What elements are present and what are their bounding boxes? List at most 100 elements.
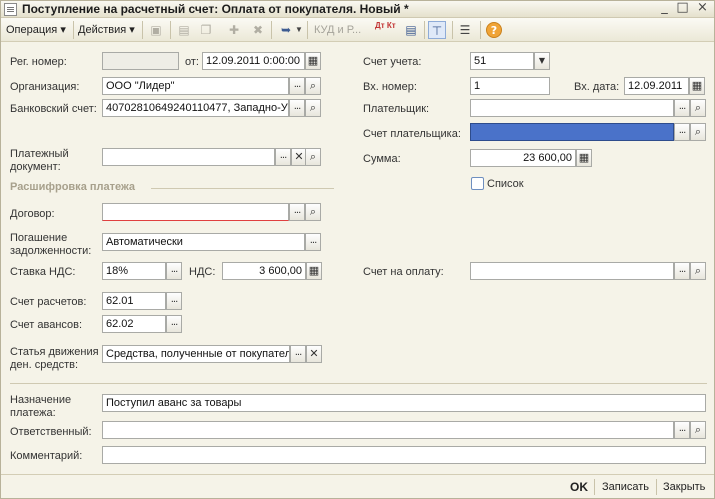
payment-doc-field[interactable] <box>102 148 275 166</box>
save-button[interactable]: Записать <box>602 479 649 495</box>
calculator-icon[interactable]: ▦ <box>576 149 592 167</box>
document-icon <box>4 3 17 16</box>
payment-doc-select-button[interactable]: ... <box>275 148 291 166</box>
repayment-label: Погашение задолженности: <box>10 232 92 257</box>
advance-account-select-button[interactable]: ... <box>166 315 182 333</box>
date-field[interactable]: 12.09.2011 0:00:00 <box>202 52 305 70</box>
search-icon[interactable]: ⌕ <box>690 421 706 439</box>
unpost-icon[interactable]: ▤ <box>175 21 193 39</box>
in-date-label: Вх. дата: <box>574 81 620 93</box>
vat-rate-select-button[interactable]: ... <box>166 262 182 280</box>
bank-account-field[interactable]: 40702810649240110477, Западно-Ур <box>102 99 289 117</box>
sum-field[interactable]: 23 600,00 <box>470 149 576 167</box>
contract-select-button[interactable]: ... <box>289 203 305 221</box>
dt-kt-icon[interactable]: Дт Кт <box>375 21 396 39</box>
advance-account-label: Счет авансов: <box>10 319 83 331</box>
search-icon[interactable]: ⌕ <box>690 99 706 117</box>
payer-account-select-button[interactable]: ... <box>674 123 690 141</box>
actions-menu-button[interactable]: Действия ▾ <box>78 21 135 39</box>
minimize-button[interactable]: _ <box>657 1 672 16</box>
cash-flow-field[interactable]: Средства, полученные от покупател <box>102 345 290 363</box>
footer-bar: OK Записать Закрыть <box>1 474 714 498</box>
in-number-field[interactable]: 1 <box>470 77 550 95</box>
payer-account-label: Счет плательщика: <box>363 128 461 140</box>
toolbar-separator <box>307 21 308 39</box>
post-icon[interactable]: ▣ <box>147 21 165 39</box>
payer-field[interactable] <box>470 99 674 117</box>
vat-rate-field[interactable]: 18% <box>102 262 166 280</box>
footer-separator <box>656 479 657 495</box>
organization-field[interactable]: ООО "Лидер" <box>102 77 289 95</box>
maximize-button[interactable]: □ <box>675 1 690 16</box>
close-window-button[interactable]: × <box>695 1 710 16</box>
toolbar-separator <box>452 21 453 39</box>
add-icon[interactable]: ✚ <box>225 21 243 39</box>
purpose-label: Назначение платежа: <box>10 394 72 419</box>
settlement-account-field[interactable]: 62.01 <box>102 292 166 310</box>
calendar-icon[interactable]: ▦ <box>689 77 705 95</box>
close-button[interactable]: Закрыть <box>663 479 705 495</box>
in-number-label: Вх. номер: <box>363 81 417 93</box>
search-icon[interactable]: ⌕ <box>305 148 321 166</box>
sum-label: Сумма: <box>363 153 401 165</box>
copy-icon[interactable]: ❐ <box>197 21 215 39</box>
payment-doc-label: Платежный документ: <box>10 148 69 173</box>
clear-icon[interactable]: ✕ <box>306 345 322 363</box>
ok-button[interactable]: OK <box>570 479 588 495</box>
invoice-label: Счет на оплату: <box>363 266 444 278</box>
operation-menu-button[interactable]: Операция ▾ <box>6 21 66 39</box>
payer-account-field[interactable] <box>470 123 674 141</box>
search-icon[interactable]: ⌕ <box>305 77 321 95</box>
from-label: от: <box>185 56 199 68</box>
toolbar-separator <box>142 21 143 39</box>
list-checkbox[interactable] <box>471 177 484 190</box>
list-label: Список <box>487 178 524 190</box>
breakdown-section-title: Расшифровка платежа <box>10 181 136 193</box>
reg-number-field[interactable] <box>102 52 179 70</box>
invoice-field[interactable] <box>470 262 674 280</box>
help-icon[interactable]: ? <box>486 22 502 38</box>
purpose-field[interactable]: Поступил аванс за товары <box>102 394 706 412</box>
search-icon[interactable]: ⌕ <box>690 262 706 280</box>
bank-account-select-button[interactable]: ... <box>289 99 305 117</box>
search-icon[interactable]: ⌕ <box>690 123 706 141</box>
cash-flow-select-button[interactable]: ... <box>290 345 306 363</box>
calculator-icon[interactable]: ▦ <box>306 262 322 280</box>
comment-field[interactable] <box>102 446 706 464</box>
toolbar-separator <box>73 21 74 39</box>
footer-separator <box>594 479 595 495</box>
account-label: Счет учета: <box>363 56 422 68</box>
payer-select-button[interactable]: ... <box>674 99 690 117</box>
toolbar: Операция ▾ Действия ▾ ▣ ▤ ❐ ✚ ✖ ➥ ▼ КУД … <box>1 18 714 42</box>
payer-label: Плательщик: <box>363 103 430 115</box>
account-field[interactable]: 51 <box>470 52 534 70</box>
search-icon[interactable]: ⌕ <box>305 99 321 117</box>
structure-icon[interactable]: ⊤ <box>428 21 446 39</box>
table-icon[interactable]: ☰ <box>456 21 474 39</box>
repayment-select-button[interactable]: ... <box>305 233 321 251</box>
responsible-select-button[interactable]: ... <box>674 421 690 439</box>
print-icon[interactable]: ▤ <box>402 21 420 39</box>
advance-account-field[interactable]: 62.02 <box>102 315 166 333</box>
kud-button[interactable]: КУД и Р... <box>314 21 361 39</box>
chevron-down-icon[interactable]: ▼ <box>534 52 550 70</box>
in-date-field[interactable]: 12.09.2011 <box>624 77 689 95</box>
toolbar-separator <box>424 21 425 39</box>
section-divider <box>151 188 334 189</box>
organization-label: Организация: <box>10 81 80 93</box>
contract-field[interactable] <box>102 203 289 221</box>
settlement-account-select-button[interactable]: ... <box>166 292 182 310</box>
calendar-icon[interactable]: ▦ <box>305 52 321 70</box>
window-title: Поступление на расчетный счет: Оплата от… <box>22 2 409 16</box>
organization-select-button[interactable]: ... <box>289 77 305 95</box>
search-icon[interactable]: ⌕ <box>305 203 321 221</box>
responsible-field[interactable] <box>102 421 674 439</box>
goto-icon[interactable]: ➥ <box>277 21 295 39</box>
vat-field[interactable]: 3 600,00 <box>222 262 306 280</box>
responsible-label: Ответственный: <box>10 426 92 438</box>
repayment-field[interactable]: Автоматически <box>102 233 305 251</box>
toolbar-separator <box>271 21 272 39</box>
delete-icon[interactable]: ✖ <box>249 21 267 39</box>
invoice-select-button[interactable]: ... <box>674 262 690 280</box>
goto-dropdown[interactable]: ▼ <box>295 21 303 39</box>
